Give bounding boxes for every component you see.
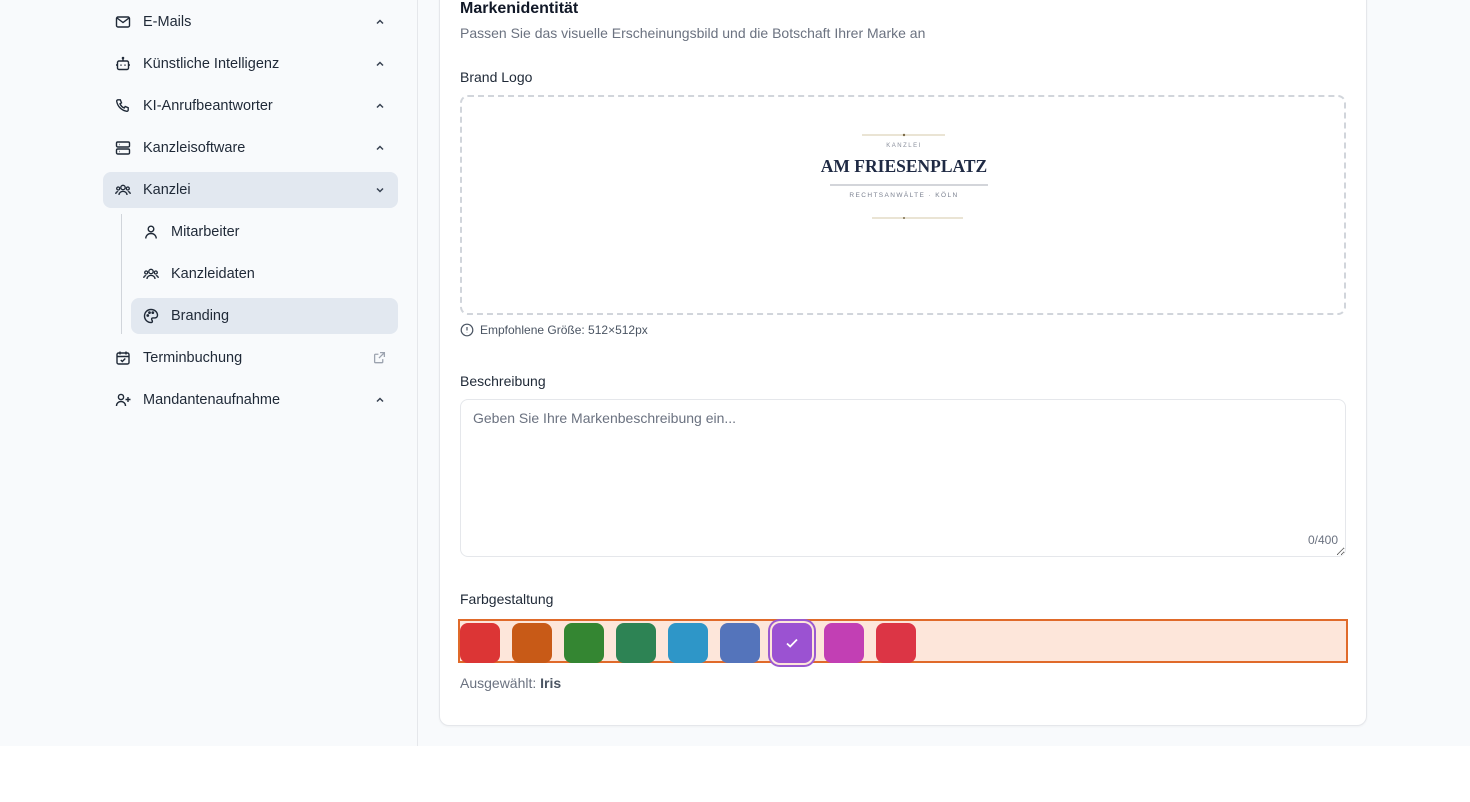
external-link-icon	[373, 351, 386, 364]
sidebar-item-kanzleisoftware[interactable]: Kanzleisoftware	[103, 130, 398, 166]
selected-prefix: Ausgewählt:	[460, 675, 537, 691]
server-icon	[115, 140, 131, 156]
sidebar-item-label: Terminbuchung	[143, 350, 243, 366]
sidebar-subitem-mitarbeiter[interactable]: Mitarbeiter	[131, 214, 398, 250]
sidebar-item-label: Kanzlei	[143, 182, 191, 198]
sidebar-item-kanzlei[interactable]: Kanzlei	[103, 172, 398, 208]
logo-size-hint: Empfohlene Größe: 512×512px	[460, 323, 648, 337]
color-swatch-blue[interactable]	[720, 623, 760, 663]
brand-logo-label: Brand Logo	[460, 69, 533, 85]
selected-color-text: Ausgewählt: Iris	[460, 675, 561, 691]
color-swatch-crimson[interactable]	[876, 623, 916, 663]
brand-logo-image: KANZLEI AM FRIESENPLATZ RECHTSANWÄLTE · …	[821, 133, 988, 219]
sidebar-item-label: KI-Anrufbeantworter	[143, 98, 273, 114]
sidebar-item-label: Kanzleisoftware	[143, 140, 246, 156]
bot-icon	[115, 56, 131, 72]
user-plus-icon	[115, 392, 131, 408]
selected-color-name: Iris	[540, 675, 562, 691]
app-root: E-Mails Künstliche Intelligenz KI-Anrufb…	[0, 0, 1470, 746]
color-swatch-green[interactable]	[564, 623, 604, 663]
sidebar-item-ki[interactable]: Künstliche Intelligenz	[103, 46, 398, 82]
color-swatch-orange[interactable]	[512, 623, 552, 663]
description-label: Beschreibung	[460, 373, 546, 389]
info-icon	[460, 323, 474, 337]
chevron-up-icon	[374, 394, 386, 406]
description-textarea[interactable]	[460, 399, 1346, 557]
sidebar-subitem-label: Branding	[171, 308, 230, 324]
mail-icon	[115, 14, 131, 30]
chevron-up-icon	[374, 58, 386, 70]
sidebar-item-label: E-Mails	[143, 14, 192, 30]
color-swatch-magenta[interactable]	[824, 623, 864, 663]
sidebar-subitem-branding[interactable]: Branding	[131, 298, 398, 334]
sidebar-item-mandantenaufnahme[interactable]: Mandantenaufnahme	[103, 382, 398, 418]
sidebar-subitem-kanzleidaten[interactable]: Kanzleidaten	[131, 256, 398, 292]
logo-sub-text: RECHTSANWÄLTE · KÖLN	[849, 191, 958, 199]
color-swatch-iris[interactable]	[772, 623, 812, 663]
user-icon	[143, 224, 159, 240]
logo-size-hint-text: Empfohlene Größe: 512×512px	[480, 323, 648, 337]
chevron-up-icon	[374, 16, 386, 28]
character-counter: 0/400	[1307, 533, 1338, 547]
users-icon	[115, 182, 131, 198]
sidebar-item-ki-anrufbeantworter[interactable]: KI-Anrufbeantworter	[103, 88, 398, 124]
color-label: Farbgestaltung	[460, 591, 554, 607]
logo-name-text: AM FRIESENPLATZ	[821, 156, 987, 176]
logo-top-text: KANZLEI	[886, 143, 922, 149]
sidebar-item-emails[interactable]: E-Mails	[103, 4, 398, 40]
submenu-divider	[121, 214, 122, 334]
check-icon	[786, 638, 798, 648]
sidebar: E-Mails Künstliche Intelligenz KI-Anrufb…	[0, 0, 418, 746]
phone-icon	[115, 98, 131, 114]
sidebar-subitem-label: Mitarbeiter	[171, 224, 240, 240]
chevron-up-icon	[374, 100, 386, 112]
sidebar-item-label: Mandantenaufnahme	[143, 392, 281, 408]
color-swatch-sky[interactable]	[668, 623, 708, 663]
chevron-down-icon	[374, 184, 386, 196]
color-swatch-group	[458, 619, 1348, 663]
palette-icon	[143, 308, 159, 324]
calendar-icon	[115, 350, 131, 366]
sidebar-item-terminbuchung[interactable]: Terminbuchung	[103, 340, 398, 376]
chevron-up-icon	[374, 142, 386, 154]
page-subtitle: Passen Sie das visuelle Erscheinungsbild…	[460, 25, 926, 41]
sidebar-item-label: Künstliche Intelligenz	[143, 56, 280, 72]
page-title: Markenidentität	[460, 0, 579, 17]
color-swatch-teal[interactable]	[616, 623, 656, 663]
sidebar-subitem-label: Kanzleidaten	[171, 266, 255, 282]
color-swatch-red[interactable]	[460, 623, 500, 663]
users-icon	[143, 266, 159, 282]
